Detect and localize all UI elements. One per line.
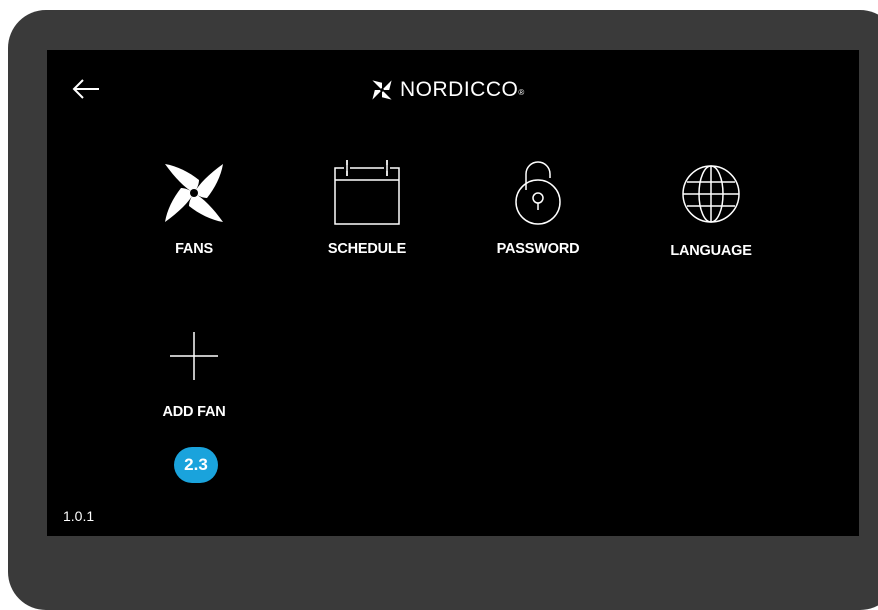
brand-logo: NORDICCO ® xyxy=(370,76,525,104)
tile-password[interactable]: PASSWORD xyxy=(478,158,598,257)
tile-schedule-label: SCHEDULE xyxy=(327,241,407,257)
plus-icon xyxy=(170,332,218,380)
tile-fans-label: FANS xyxy=(175,241,213,257)
version-badge: 2.3 xyxy=(174,447,218,483)
back-button[interactable] xyxy=(71,76,103,102)
calendar-icon xyxy=(334,160,400,225)
tile-schedule[interactable]: SCHEDULE xyxy=(307,158,427,257)
tile-add-fan[interactable]: ADD FAN xyxy=(134,328,254,420)
padlock-icon xyxy=(515,161,561,225)
tile-language[interactable]: LANGUAGE xyxy=(651,160,771,259)
fan-logo-icon xyxy=(372,80,392,100)
touch-screen: NORDICCO ® FANS SCHEDULE PASSWORD LANGUA… xyxy=(47,50,859,536)
fan-icon xyxy=(165,164,223,222)
brand-name: NORDICCO xyxy=(400,78,519,101)
tile-fans[interactable]: FANS xyxy=(134,158,254,257)
globe-icon xyxy=(682,165,740,223)
tile-password-label: PASSWORD xyxy=(496,241,580,257)
registered-mark: ® xyxy=(518,87,525,97)
tile-add-fan-label: ADD FAN xyxy=(162,404,226,420)
firmware-version: 1.0.1 xyxy=(63,508,95,524)
arrow-left-icon xyxy=(72,79,99,99)
tile-language-label: LANGUAGE xyxy=(670,243,752,259)
